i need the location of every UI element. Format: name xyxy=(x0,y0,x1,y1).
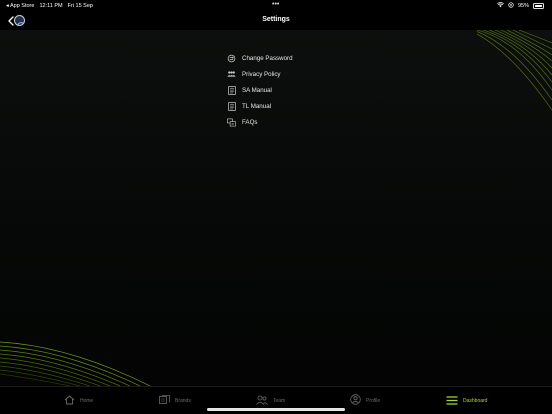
brands-icon xyxy=(159,392,170,410)
tab-profile[interactable]: Profile xyxy=(350,392,380,410)
wifi-icon xyxy=(497,2,504,10)
location-icon xyxy=(508,2,514,10)
faq-icon xyxy=(227,118,236,127)
settings-menu: Change Password Privacy Policy SA Manual… xyxy=(227,50,293,130)
refresh-icon xyxy=(227,54,236,63)
multitasking-dots[interactable]: ••• xyxy=(272,1,279,8)
users-icon xyxy=(227,70,236,79)
menu-item-label: SA Manual xyxy=(242,86,272,94)
home-icon xyxy=(64,392,75,410)
battery-percent: 95% xyxy=(517,3,529,9)
battery-fill xyxy=(534,4,543,8)
status-bar: ◂ App Store 12:11 PM Fri 15 Sep ••• 95% xyxy=(0,0,552,11)
battery-icon xyxy=(533,3,544,9)
status-date: Fri 15 Sep xyxy=(67,2,93,9)
profile-icon xyxy=(350,392,361,410)
tl-manual-item[interactable]: TL Manual xyxy=(227,98,293,114)
tab-label: Brands xyxy=(175,398,191,404)
decorative-curves-top-right xyxy=(477,30,552,111)
tab-label: Home xyxy=(80,398,94,404)
sa-manual-item[interactable]: SA Manual xyxy=(227,82,293,98)
back-to-app-link[interactable]: ◂ App Store xyxy=(6,3,34,9)
status-time: 12:11 PM xyxy=(39,2,63,9)
tab-label: Team xyxy=(273,398,286,404)
nav-bar: Settings xyxy=(0,11,552,30)
menu-item-label: Privacy Policy xyxy=(242,70,281,78)
settings-content: Change Password Privacy Policy SA Manual… xyxy=(0,30,552,386)
document-icon xyxy=(227,85,236,95)
menu-item-label: FAQs xyxy=(242,118,258,126)
page-title: Settings xyxy=(262,16,290,23)
menu-item-label: TL Manual xyxy=(242,102,272,110)
home-indicator[interactable] xyxy=(207,408,345,411)
tab-label: Profile xyxy=(366,398,381,404)
menu-icon xyxy=(446,392,458,410)
faqs-item[interactable]: FAQs xyxy=(227,114,293,130)
decorative-curves-bottom-left xyxy=(0,341,150,386)
change-password-item[interactable]: Change Password xyxy=(227,50,293,66)
tab-dashboard[interactable]: Dashboard xyxy=(446,392,487,410)
privacy-policy-item[interactable]: Privacy Policy xyxy=(227,66,293,82)
tab-brands[interactable]: Brands xyxy=(159,392,191,410)
tab-home[interactable]: Home xyxy=(64,392,93,410)
tab-label: Dashboard xyxy=(463,398,488,404)
menu-item-label: Change Password xyxy=(242,54,293,62)
document-icon xyxy=(227,101,236,111)
